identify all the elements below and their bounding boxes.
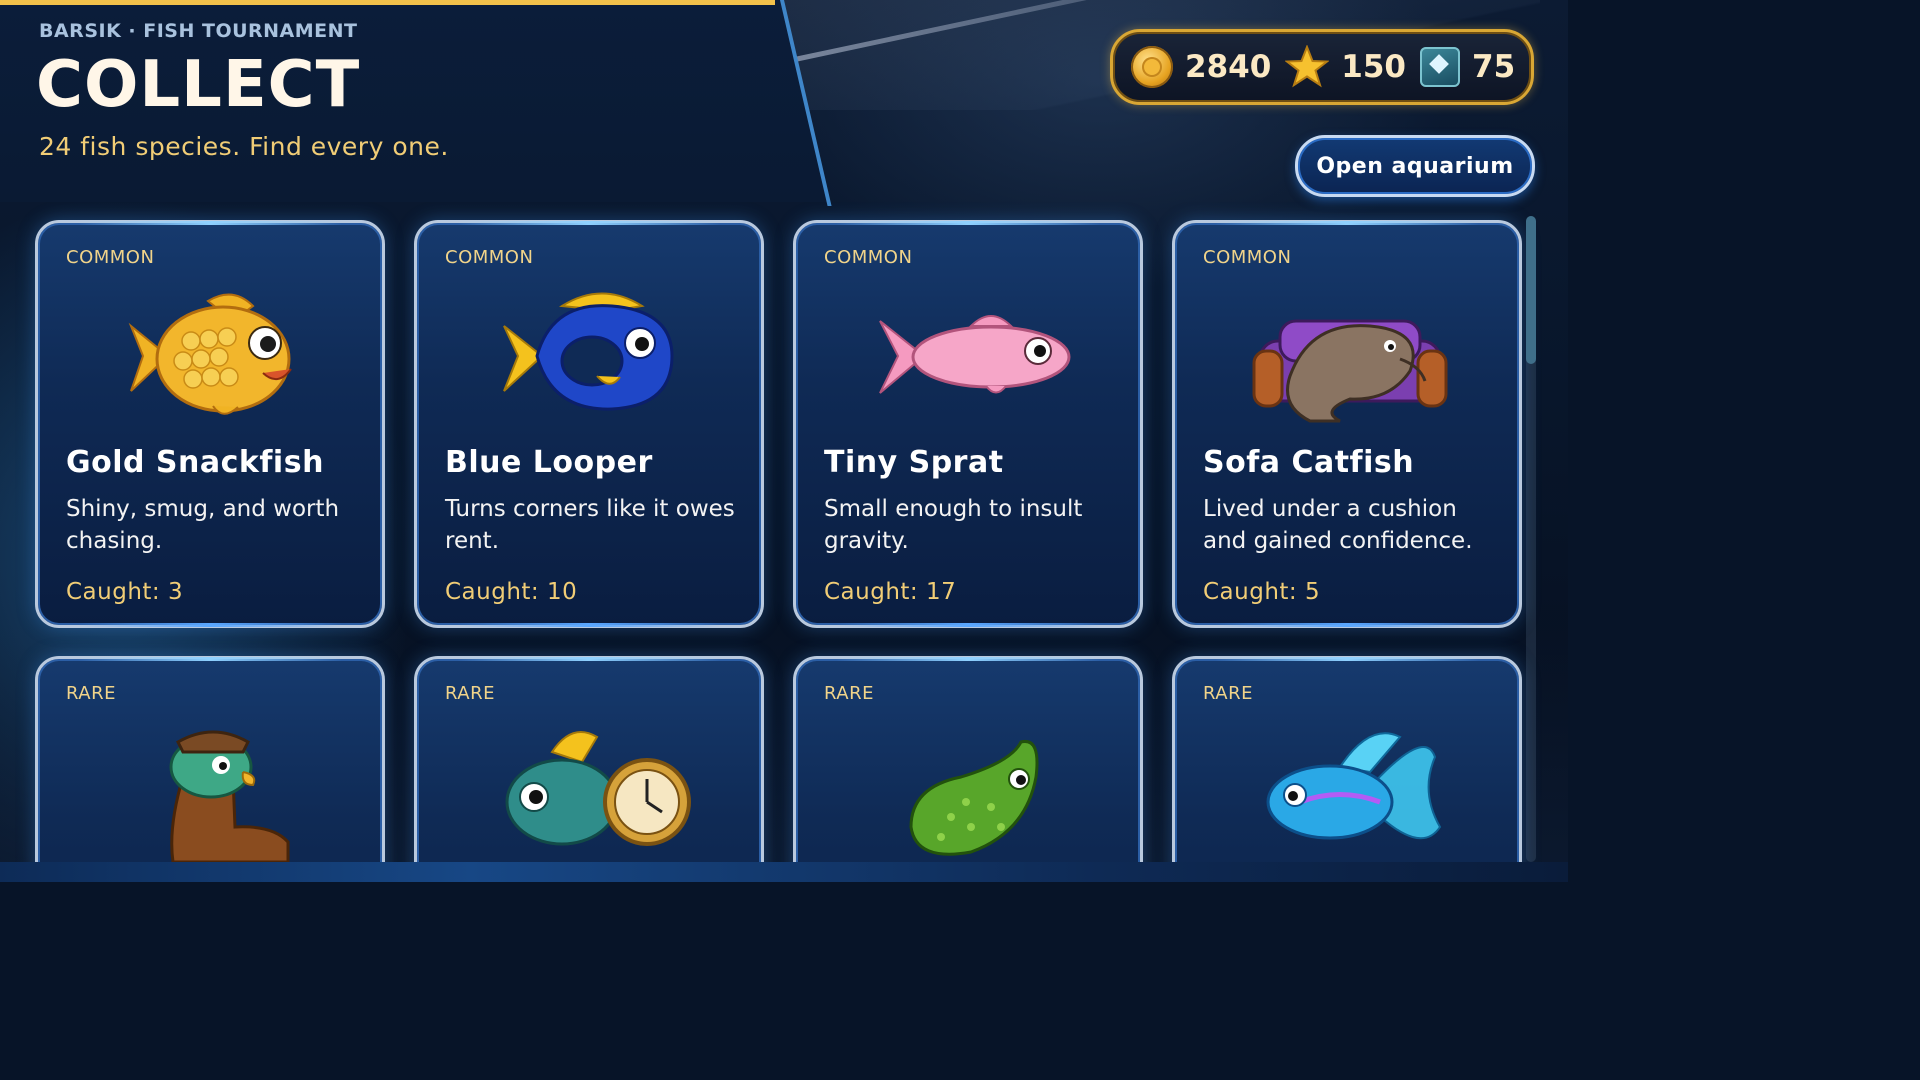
neon-fish-icon xyxy=(1266,732,1442,840)
page-title: COLLECT xyxy=(36,48,361,122)
fish-card-gold-snackfish[interactable]: COMMON Gold Snackfish Shiny, smug, and w… xyxy=(35,220,385,628)
fish-name: Blue Looper xyxy=(445,445,653,480)
rarity-label: RARE xyxy=(66,683,116,704)
fish-card-rare-3[interactable]: RARE xyxy=(793,656,1143,862)
caught-count: Caught: 3 xyxy=(66,579,184,605)
gems-value: 75 xyxy=(1472,49,1516,85)
pickle-fish-icon xyxy=(909,739,1039,856)
rarity-label: COMMON xyxy=(445,247,534,268)
rarity-label: RARE xyxy=(1203,683,1253,704)
blue-looper-icon xyxy=(503,292,674,411)
fish-collection-grid: COMMON Gold Snackfish Shiny, smug, and w… xyxy=(0,202,1568,862)
fish-card-rare-2[interactable]: RARE xyxy=(414,656,764,862)
fish-name: Tiny Sprat xyxy=(824,445,1004,480)
rarity-label: COMMON xyxy=(1203,247,1292,268)
fish-description: Lived under a cushion and gained confide… xyxy=(1203,496,1473,554)
fish-description: Turns corners like it owes rent. xyxy=(445,496,735,554)
gem-icon xyxy=(1420,47,1460,87)
caught-count: Caught: 5 xyxy=(1203,579,1321,605)
header-panel: BARSIK · FISH TOURNAMENT COLLECT 24 fish… xyxy=(0,0,828,202)
page-subtitle: 24 fish species. Find every one. xyxy=(39,132,449,161)
caught-count: Caught: 17 xyxy=(824,579,957,605)
grid-scrollbar[interactable] xyxy=(1526,216,1536,862)
fish-description: Small enough to insult gravity. xyxy=(824,496,1083,554)
coins-counter: 2840 xyxy=(1131,46,1285,88)
scrollbar-thumb[interactable] xyxy=(1526,216,1536,364)
sofa-catfish-icon xyxy=(1252,319,1448,423)
fish-card-tiny-sprat[interactable]: COMMON Tiny Sprat Small enough to insult… xyxy=(793,220,1143,628)
fish-name: Gold Snackfish xyxy=(66,445,324,480)
currency-bar: 2840 150 75 xyxy=(1110,29,1534,105)
gold-coin-icon xyxy=(1131,46,1173,88)
rarity-label: COMMON xyxy=(66,247,155,268)
fish-card-blue-looper[interactable]: COMMON Blue Looper Turns corners like it… xyxy=(414,220,764,628)
tiny-sprat-icon xyxy=(879,315,1071,394)
star-icon xyxy=(1285,45,1330,88)
bottom-edge-bar xyxy=(0,862,1568,882)
rarity-label: COMMON xyxy=(824,247,913,268)
breadcrumb: BARSIK · FISH TOURNAMENT xyxy=(39,20,358,42)
stars-counter: 150 xyxy=(1285,45,1420,89)
open-aquarium-button[interactable]: Open aquarium xyxy=(1295,135,1535,197)
boot-fish-icon xyxy=(169,730,290,862)
coins-value: 2840 xyxy=(1185,49,1272,85)
caught-count: Caught: 10 xyxy=(445,579,578,605)
stars-value: 150 xyxy=(1341,49,1406,85)
fish-card-rare-4[interactable]: RARE xyxy=(1172,656,1522,862)
fish-name: Sofa Catfish xyxy=(1203,445,1415,480)
fish-card-rare-1[interactable]: RARE xyxy=(35,656,385,862)
fish-description: Shiny, smug, and worth chasing. xyxy=(66,496,340,554)
gold-snackfish-icon xyxy=(128,293,292,415)
header-accent-bar xyxy=(0,0,775,5)
fish-card-sofa-catfish[interactable]: COMMON Sofa Catfish Lived under a cushio… xyxy=(1172,220,1522,628)
clock-fish-icon xyxy=(505,731,691,846)
gems-counter: 75 xyxy=(1420,47,1529,87)
rarity-label: RARE xyxy=(824,683,874,704)
rarity-label: RARE xyxy=(445,683,495,704)
